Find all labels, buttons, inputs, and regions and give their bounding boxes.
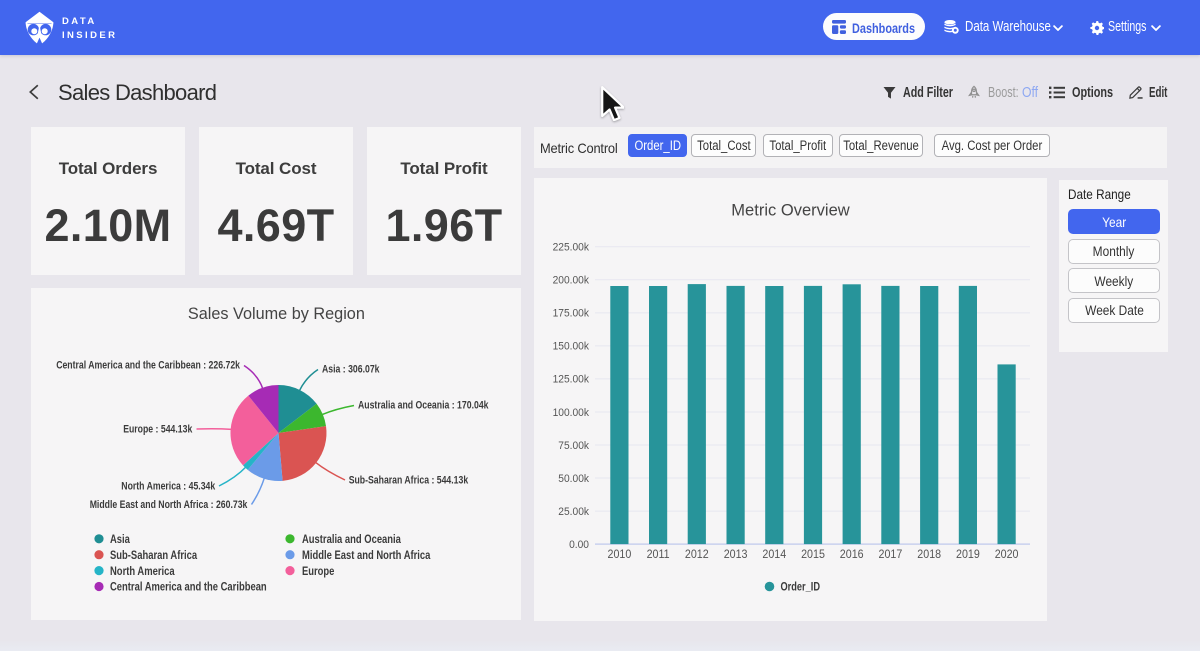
svg-text:Middle East and North Africa: Middle East and North Africa xyxy=(302,548,431,562)
svg-text:Asia : 306.07k: Asia : 306.07k xyxy=(322,364,380,376)
svg-text:Australia and Oceania : 170.04: Australia and Oceania : 170.04k xyxy=(358,400,489,412)
svg-text:Central America and the Caribb: Central America and the Caribbean : 226.… xyxy=(56,360,240,372)
svg-text:Sales Volume by Region: Sales Volume by Region xyxy=(188,304,365,323)
svg-text:Europe: Europe xyxy=(302,564,335,578)
svg-text:2015: 2015 xyxy=(801,547,825,561)
svg-text:225.00k: 225.00k xyxy=(553,242,590,254)
svg-text:2019: 2019 xyxy=(956,547,980,561)
svg-text:2014: 2014 xyxy=(762,547,786,561)
svg-text:125.00k: 125.00k xyxy=(553,374,590,386)
svg-text:Europe : 544.13k: Europe : 544.13k xyxy=(123,423,193,435)
svg-text:175.00k: 175.00k xyxy=(553,308,590,320)
svg-text:2010: 2010 xyxy=(608,547,632,561)
svg-text:50.00k: 50.00k xyxy=(558,473,589,485)
svg-text:2011: 2011 xyxy=(647,547,670,561)
svg-text:2016: 2016 xyxy=(840,547,864,561)
svg-text:Sub-Saharan Africa : 544.13k: Sub-Saharan Africa : 544.13k xyxy=(349,475,469,487)
svg-text:Middle East and North Africa :: Middle East and North Africa : 260.73k xyxy=(90,499,248,511)
svg-text:2020: 2020 xyxy=(995,547,1019,561)
svg-text:2012: 2012 xyxy=(685,547,709,561)
svg-text:Australia and Oceania: Australia and Oceania xyxy=(302,532,401,546)
svg-text:150.00k: 150.00k xyxy=(553,341,590,353)
svg-text:Sub-Saharan Africa: Sub-Saharan Africa xyxy=(110,548,197,562)
svg-text:Central America and the Caribb: Central America and the Caribbean xyxy=(110,580,267,594)
svg-text:North America : 45.34k: North America : 45.34k xyxy=(121,481,216,493)
svg-text:Metric Overview: Metric Overview xyxy=(731,200,850,219)
svg-text:Asia: Asia xyxy=(110,532,130,546)
svg-text:North America: North America xyxy=(110,564,175,578)
svg-text:200.00k: 200.00k xyxy=(553,275,590,287)
svg-text:2013: 2013 xyxy=(724,547,748,561)
svg-text:Order_ID: Order_ID xyxy=(781,580,821,594)
svg-text:25.00k: 25.00k xyxy=(558,506,589,518)
svg-text:100.00k: 100.00k xyxy=(553,407,590,419)
svg-text:0.00: 0.00 xyxy=(569,539,589,551)
svg-text:2017: 2017 xyxy=(879,547,903,561)
svg-text:2018: 2018 xyxy=(917,547,941,561)
svg-text:75.00k: 75.00k xyxy=(558,440,589,452)
